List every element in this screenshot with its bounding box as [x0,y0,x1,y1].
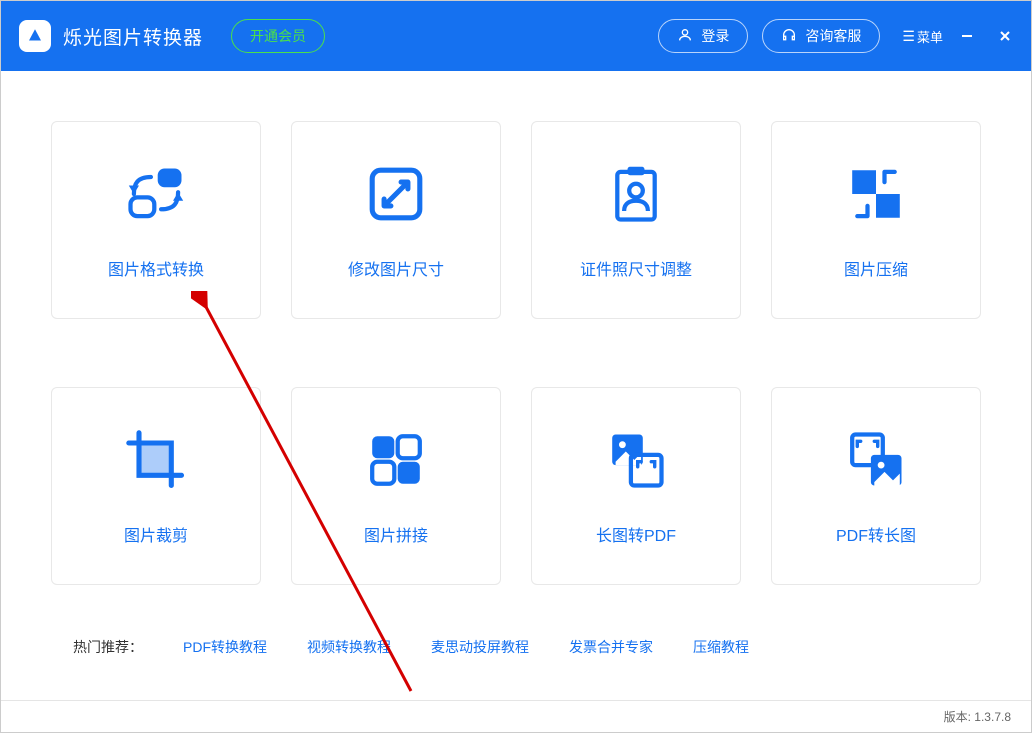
resize-icon [362,160,430,228]
hot-label: 热门推荐： [73,637,143,657]
id-photo-icon [602,160,670,228]
card-label: 证件照尺寸调整 [580,256,692,280]
user-icon [677,27,693,46]
card-label: 图片格式转换 [108,256,204,280]
close-button[interactable] [991,22,1019,50]
support-button[interactable]: 咨询客服 [762,19,880,53]
minimize-button[interactable] [953,22,981,50]
app-title: 烁光图片转换器 [63,23,203,50]
grid-icon [362,426,430,494]
titlebar: 烁光图片转换器 开通会员 登录 咨询客服 ☰ 菜单 [1,1,1031,71]
card-id-photo[interactable]: 证件照尺寸调整 [531,121,741,319]
card-compress[interactable]: 图片压缩 [771,121,981,319]
hot-recommend-row: 热门推荐： PDF转换教程 视频转换教程 麦思动投屏教程 发票合并专家 压缩教程 [49,637,983,657]
card-label: 图片拼接 [364,522,428,546]
login-button[interactable]: 登录 [658,19,748,53]
vip-button[interactable]: 开通会员 [231,19,325,53]
headset-icon [781,27,797,46]
crop-icon [122,426,190,494]
status-bar: 版本: 1.3.7.8 [1,700,1031,732]
card-label: 图片压缩 [844,256,908,280]
close-icon [998,29,1012,43]
card-crop[interactable]: 图片裁剪 [51,387,261,585]
version-value: 1.3.7.8 [974,710,1011,724]
card-format-convert[interactable]: 图片格式转换 [51,121,261,319]
hot-link-pdf[interactable]: PDF转换教程 [183,637,267,657]
app-window: 烁光图片转换器 开通会员 登录 咨询客服 ☰ 菜单 [1,1,1031,732]
card-stitch[interactable]: 图片拼接 [291,387,501,585]
compress-icon [842,160,910,228]
hot-link-compress[interactable]: 压缩教程 [693,637,749,657]
feature-grid: 图片格式转换 修改图片尺寸 [49,121,983,585]
menu-label: 菜单 [917,27,943,46]
minimize-icon [960,29,974,43]
card-pdf-to-long[interactable]: PDF转长图 [771,387,981,585]
card-label: 长图转PDF [596,522,676,546]
doc-to-image-icon [842,426,910,494]
support-label: 咨询客服 [805,26,861,46]
card-label: 修改图片尺寸 [348,256,444,280]
version-label: 版本: [944,708,971,725]
card-label: 图片裁剪 [124,522,188,546]
login-label: 登录 [701,26,729,46]
card-resize[interactable]: 修改图片尺寸 [291,121,501,319]
card-label: PDF转长图 [836,522,916,546]
app-logo [19,20,51,52]
hot-link-invoice[interactable]: 发票合并专家 [569,637,653,657]
hot-link-cast[interactable]: 麦思动投屏教程 [431,637,529,657]
card-long-to-pdf[interactable]: 长图转PDF [531,387,741,585]
menu-button[interactable]: ☰ 菜单 [902,27,943,46]
hamburger-icon: ☰ [902,28,913,45]
image-to-doc-icon [602,426,670,494]
convert-icon [122,160,190,228]
content-area: 图片格式转换 修改图片尺寸 [1,71,1031,700]
hot-link-video[interactable]: 视频转换教程 [307,637,391,657]
